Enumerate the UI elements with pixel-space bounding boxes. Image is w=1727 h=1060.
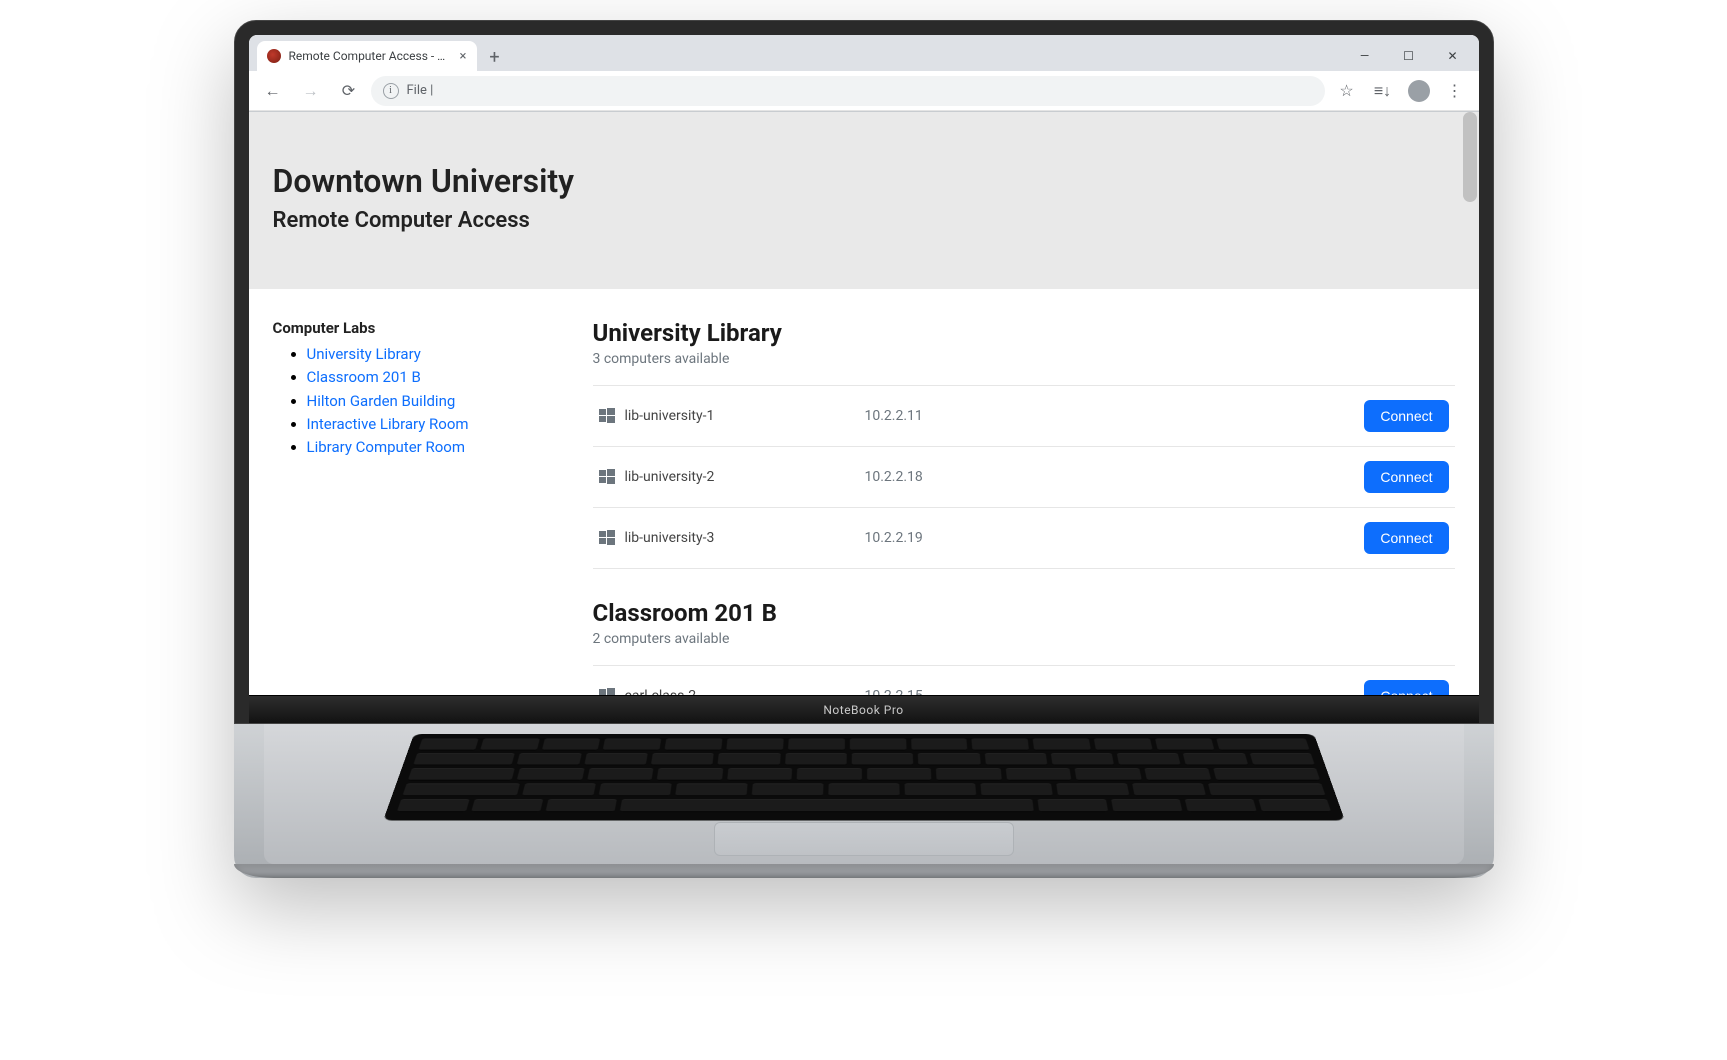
scrollbar-thumb[interactable]	[1463, 112, 1477, 202]
sidebar-item-interactive-library: Interactive Library Room	[307, 413, 553, 436]
address-text: File |	[407, 83, 434, 98]
kebab-menu-icon[interactable]: ⋮	[1439, 75, 1471, 107]
computer-row: lib-university-1 10.2.2.11 Connect	[593, 385, 1455, 446]
sidebar-title: Computer Labs	[273, 319, 553, 337]
lab-title: Classroom 201 B	[593, 599, 1455, 627]
browser-chrome: Remote Computer Access - Dow × + — ☐ ✕ ←…	[249, 35, 1479, 112]
connect-button[interactable]: Connect	[1364, 522, 1448, 554]
computer-row: lib-university-3 10.2.2.19 Connect	[593, 507, 1455, 569]
computer-name: lib-university-1	[625, 408, 845, 424]
sidebar-list: University Library Classroom 201 B Hilto…	[273, 343, 553, 459]
computer-ip: 10.2.2.18	[845, 469, 1365, 485]
tab-title: Remote Computer Access - Dow	[289, 49, 452, 63]
keyboard	[383, 734, 1345, 820]
windows-icon	[599, 530, 615, 546]
browser-toolbar: ← → ⟳ i File | ☆ ≡↓ ⋮	[249, 71, 1479, 111]
laptop-bezel: Remote Computer Access - Dow × + — ☐ ✕ ←…	[234, 20, 1494, 724]
windows-icon	[599, 688, 615, 695]
sidebar-link[interactable]: Classroom 201 B	[307, 368, 421, 386]
connect-button[interactable]: Connect	[1364, 461, 1448, 493]
avatar-icon	[1408, 80, 1430, 102]
sidebar-item-library-computer: Library Computer Room	[307, 436, 553, 459]
sidebar-item-hilton-garden: Hilton Garden Building	[307, 390, 553, 413]
toolbar-right: ☆ ≡↓ ⋮	[1331, 75, 1471, 107]
info-icon: i	[383, 83, 399, 99]
reload-icon[interactable]: ⟳	[333, 75, 365, 107]
computer-name: earl-class-2	[625, 688, 845, 695]
tab-strip: Remote Computer Access - Dow × + — ☐ ✕	[249, 35, 1479, 71]
page-content: Downtown University Remote Computer Acce…	[249, 112, 1479, 695]
reading-list-icon[interactable]: ≡↓	[1367, 75, 1399, 107]
new-tab-button[interactable]: +	[481, 43, 509, 71]
computer-row: earl-class-2 10.2.2.15 Connect	[593, 665, 1455, 695]
trackpad	[714, 822, 1014, 856]
star-icon[interactable]: ☆	[1331, 75, 1363, 107]
main-column: University Library 3 computers available…	[593, 319, 1455, 695]
laptop-hinge-label: NoteBook Pro	[249, 695, 1479, 723]
connect-button[interactable]: Connect	[1364, 400, 1448, 432]
computer-name: lib-university-3	[625, 530, 845, 546]
windows-icon	[599, 408, 615, 424]
page-title: Downtown University	[273, 162, 1455, 200]
profile-avatar[interactable]	[1403, 75, 1435, 107]
sidebar: Computer Labs University Library Classro…	[273, 319, 553, 695]
sidebar-link[interactable]: Library Computer Room	[307, 438, 465, 456]
laptop-mockup: Remote Computer Access - Dow × + — ☐ ✕ ←…	[234, 20, 1494, 878]
maximize-icon[interactable]: ☐	[1387, 41, 1431, 71]
forward-icon[interactable]: →	[295, 75, 327, 107]
laptop-screen: Remote Computer Access - Dow × + — ☐ ✕ ←…	[249, 35, 1479, 695]
close-tab-icon[interactable]: ×	[460, 49, 467, 64]
content-wrap: Computer Labs University Library Classro…	[249, 289, 1479, 695]
sidebar-item-university-library: University Library	[307, 343, 553, 366]
close-window-icon[interactable]: ✕	[1431, 41, 1475, 71]
laptop-base-plate	[234, 864, 1494, 878]
minimize-icon[interactable]: —	[1343, 41, 1387, 71]
sidebar-link[interactable]: University Library	[307, 345, 421, 363]
back-icon[interactable]: ←	[257, 75, 289, 107]
sidebar-link[interactable]: Hilton Garden Building	[307, 392, 456, 410]
lab-section-classroom-201-b: Classroom 201 B 2 computers available ea…	[593, 599, 1455, 695]
computer-row: lib-university-2 10.2.2.18 Connect	[593, 446, 1455, 507]
lab-subtitle: 3 computers available	[593, 351, 1455, 367]
lab-title: University Library	[593, 319, 1455, 347]
computer-ip: 10.2.2.19	[845, 530, 1365, 546]
lab-section-university-library: University Library 3 computers available…	[593, 319, 1455, 569]
lab-subtitle: 2 computers available	[593, 631, 1455, 647]
sidebar-item-classroom-201-b: Classroom 201 B	[307, 366, 553, 389]
browser-tab[interactable]: Remote Computer Access - Dow ×	[257, 41, 477, 71]
windows-icon	[599, 469, 615, 485]
favicon-icon	[267, 49, 281, 63]
window-controls: — ☐ ✕	[1343, 41, 1479, 71]
connect-button[interactable]: Connect	[1364, 680, 1448, 695]
hero-banner: Downtown University Remote Computer Acce…	[249, 112, 1479, 289]
computer-ip: 10.2.2.15	[845, 688, 1365, 695]
computer-ip: 10.2.2.11	[845, 408, 1365, 424]
laptop-base	[234, 724, 1494, 878]
page-subtitle: Remote Computer Access	[273, 208, 1455, 233]
sidebar-link[interactable]: Interactive Library Room	[307, 415, 469, 433]
computer-name: lib-university-2	[625, 469, 845, 485]
keyboard-deck	[264, 724, 1464, 864]
address-bar[interactable]: i File |	[371, 76, 1325, 106]
